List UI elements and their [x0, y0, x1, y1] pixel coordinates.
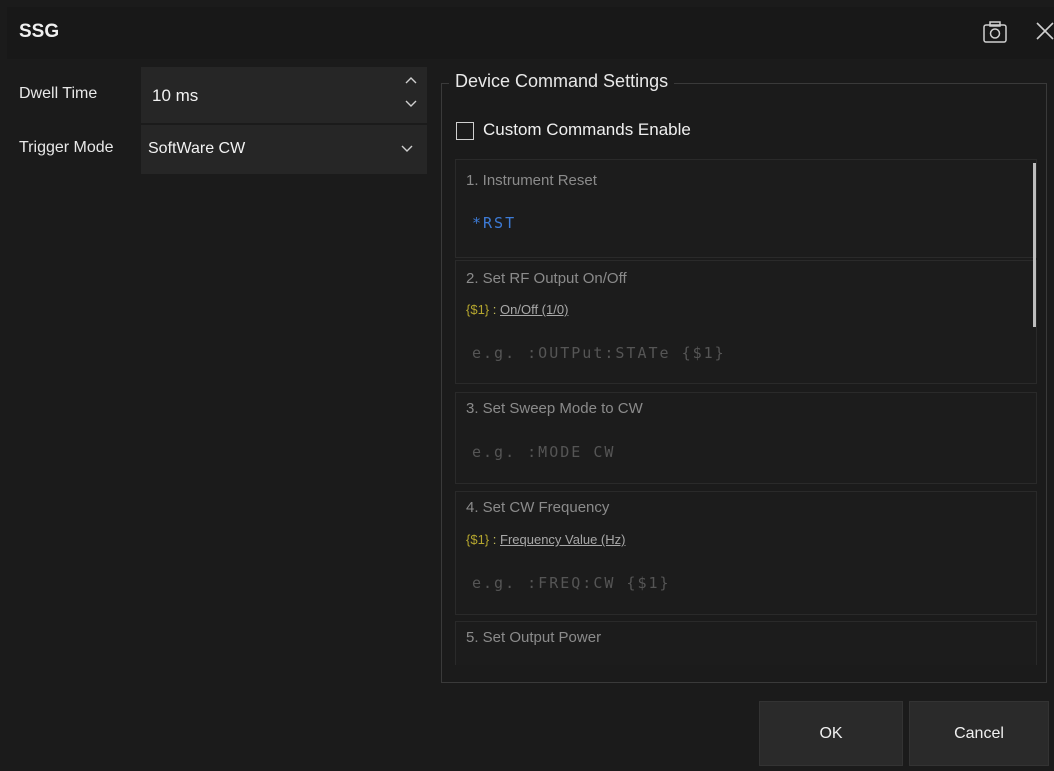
param-name: {$1} [466, 302, 490, 317]
ok-button[interactable]: OK [759, 701, 903, 766]
command-item: 4. Set CW Frequency {$1} : Frequency Val… [455, 491, 1037, 615]
param-separator: : [489, 302, 500, 317]
command-input[interactable]: *RST [472, 214, 516, 232]
param-description: Frequency Value (Hz) [500, 532, 626, 547]
command-title: 1. Instrument Reset [466, 172, 597, 189]
trigger-mode-select[interactable]: SoftWare CW [141, 125, 427, 174]
cancel-button[interactable]: Cancel [909, 701, 1049, 766]
command-input[interactable]: e.g. :OUTPut:STATe {$1} [472, 344, 726, 362]
command-list-scrollbar[interactable] [1033, 163, 1036, 327]
param-description: On/Off (1/0) [500, 302, 569, 317]
decrement-icon[interactable] [404, 99, 418, 109]
dwell-time-value: 10 ms [152, 86, 199, 105]
custom-commands-checkbox[interactable] [456, 122, 474, 140]
param-separator: : [489, 532, 500, 547]
dwell-time-label: Dwell Time [19, 85, 98, 102]
screenshot-icon[interactable] [981, 19, 1009, 45]
device-command-legend: Device Command Settings [449, 71, 675, 92]
command-item: 2. Set RF Output On/Off {$1} : On/Off (1… [455, 260, 1037, 384]
command-title: 4. Set CW Frequency [466, 499, 610, 516]
trigger-mode-value: SoftWare CW [148, 140, 246, 157]
custom-commands-label[interactable]: Custom Commands Enable [483, 120, 691, 140]
increment-icon[interactable] [404, 75, 418, 85]
command-title: 3. Set Sweep Mode to CW [466, 400, 643, 417]
title-bar: SSG [7, 7, 1054, 59]
command-item: 3. Set Sweep Mode to CW e.g. :MODE CW [455, 392, 1037, 484]
param-name: {$1} [466, 532, 490, 547]
dwell-time-spinbox[interactable]: 10 ms [141, 67, 427, 123]
command-item: 5. Set Output Power [455, 621, 1037, 665]
trigger-mode-label: Trigger Mode [19, 139, 114, 156]
command-input[interactable]: e.g. :MODE CW [472, 443, 615, 461]
window-title: SSG [19, 21, 60, 42]
command-input[interactable]: e.g. :FREQ:CW {$1} [472, 574, 671, 592]
command-param: {$1} : On/Off (1/0) [466, 302, 568, 317]
command-list[interactable]: 1. Instrument Reset *RST 2. Set RF Outpu… [455, 159, 1037, 665]
close-icon[interactable] [1031, 17, 1054, 45]
chevron-down-icon [401, 145, 413, 152]
command-param: {$1} : Frequency Value (Hz) [466, 532, 625, 547]
command-title: 5. Set Output Power [466, 629, 602, 646]
command-item: 1. Instrument Reset *RST [455, 159, 1037, 258]
command-title: 2. Set RF Output On/Off [466, 270, 627, 287]
